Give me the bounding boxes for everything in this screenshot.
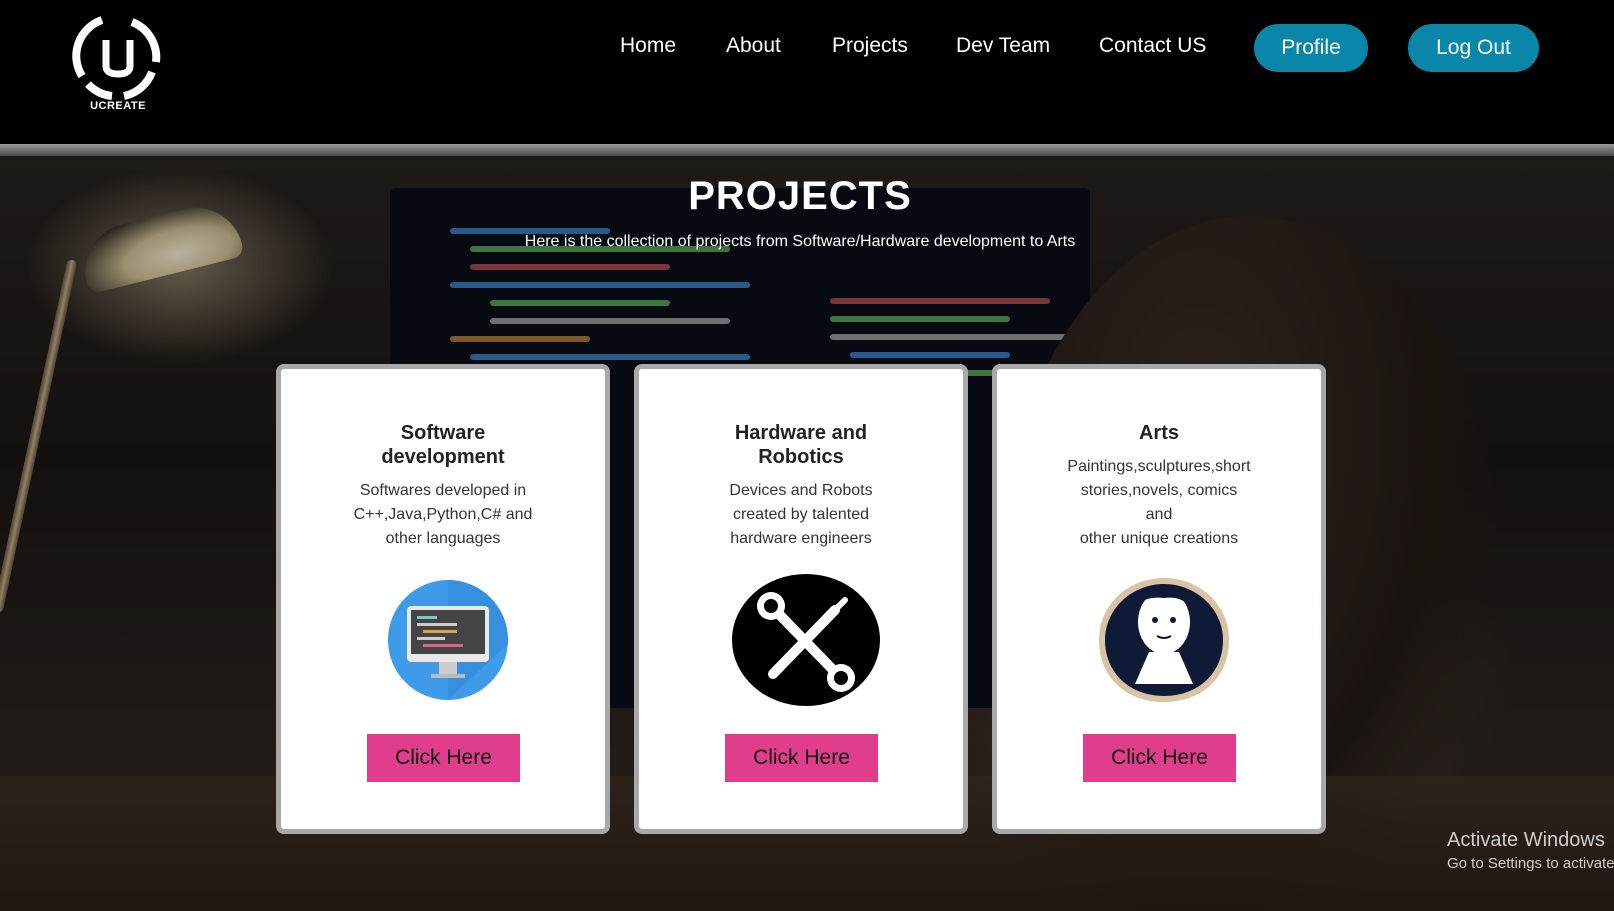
card-description: Softwares developed in C++,Java,Python,C… bbox=[281, 479, 605, 551]
logout-button[interactable]: Log Out bbox=[1408, 24, 1539, 72]
project-card-hardware: Hardware and Robotics Devices and Robots… bbox=[634, 364, 968, 834]
card-desc-line: other unique creations bbox=[1079, 530, 1239, 547]
nav-home[interactable]: Home bbox=[620, 34, 676, 58]
computer-monitor-icon bbox=[388, 580, 508, 700]
card-desc-line: created by talented bbox=[732, 506, 870, 523]
header-divider bbox=[0, 144, 1614, 156]
activate-windows-title: Activate Windows bbox=[1447, 829, 1605, 851]
nav-about[interactable]: About bbox=[726, 34, 781, 58]
hardware-click-here-button[interactable]: Click Here bbox=[725, 734, 878, 782]
card-description: Paintings,sculptures,short stories,novel… bbox=[997, 455, 1321, 551]
card-title: Software development bbox=[381, 422, 505, 468]
project-card-arts: Arts Paintings,sculptures,short stories,… bbox=[992, 364, 1326, 834]
page-subtitle: Here is the collection of projects from … bbox=[524, 233, 1076, 250]
logo-icon bbox=[72, 16, 161, 100]
activate-windows-subtitle: Go to Settings to activate bbox=[1447, 855, 1614, 872]
card-description: Devices and Robots created by talented h… bbox=[639, 479, 963, 551]
card-desc-line: and bbox=[1145, 506, 1173, 523]
sculpture-bust-icon bbox=[1099, 578, 1229, 702]
nav-dev-team[interactable]: Dev Team bbox=[956, 34, 1050, 58]
card-desc-line: Paintings,sculptures,short bbox=[1067, 458, 1251, 475]
profile-button[interactable]: Profile bbox=[1254, 24, 1368, 72]
card-desc-line: Devices and Robots bbox=[729, 482, 873, 499]
site-header: UCREATE Home About Projects Dev Team Con… bbox=[0, 0, 1614, 144]
card-title: Arts bbox=[1138, 422, 1179, 444]
arts-click-here-button[interactable]: Click Here bbox=[1083, 734, 1236, 782]
card-desc-line: other languages bbox=[385, 530, 501, 547]
card-desc-line: hardware engineers bbox=[730, 530, 872, 547]
card-desc-line: stories,novels, comics bbox=[1080, 482, 1238, 499]
nav-contact-us[interactable]: Contact US bbox=[1099, 34, 1206, 58]
ucreate-logo[interactable]: UCREATE bbox=[72, 14, 164, 116]
card-desc-line: Softwares developed in bbox=[359, 482, 527, 499]
card-title: Hardware and Robotics bbox=[734, 422, 868, 468]
wrench-screwdriver-icon bbox=[732, 574, 880, 706]
card-desc-line: C++,Java,Python,C# and bbox=[353, 506, 533, 523]
project-card-software: Software development Softwares developed… bbox=[276, 364, 610, 834]
nav-projects[interactable]: Projects bbox=[832, 34, 908, 58]
software-click-here-button[interactable]: Click Here bbox=[367, 734, 520, 782]
page-title: PROJECTS bbox=[688, 174, 912, 218]
brand-name: UCREATE bbox=[90, 100, 146, 112]
